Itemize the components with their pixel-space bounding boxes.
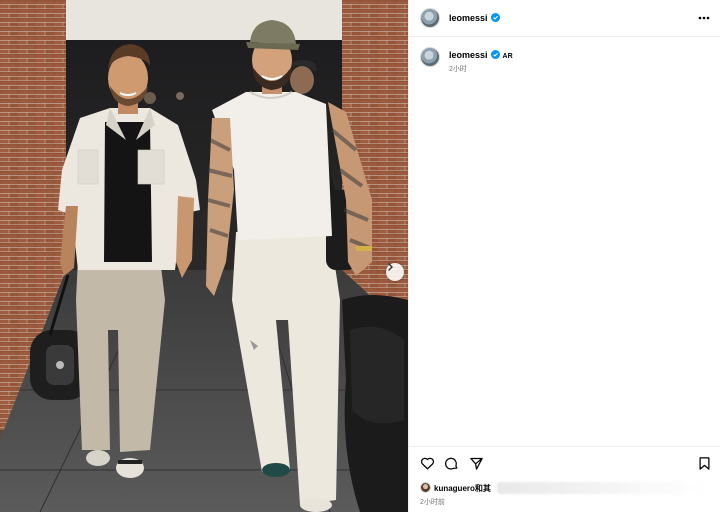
post-side-panel: leomessi leomessi AR 2小时 kunaguero和其 2小时前 bbox=[408, 0, 720, 512]
heart-icon[interactable] bbox=[420, 456, 435, 471]
photo-scene bbox=[0, 0, 408, 512]
liked-by-text[interactable]: kunaguero和其 bbox=[434, 483, 491, 494]
header-username: leomessi bbox=[449, 13, 488, 23]
more-horizontal-icon[interactable] bbox=[697, 11, 711, 25]
caption-avatar[interactable] bbox=[420, 47, 440, 67]
likes-section: kunaguero和其 2小时前 bbox=[409, 478, 720, 512]
liker-avatar[interactable] bbox=[420, 482, 431, 493]
verified-badge-icon bbox=[490, 50, 500, 59]
blurred-likes-overlay bbox=[497, 482, 707, 494]
bookmark-icon[interactable] bbox=[697, 456, 712, 471]
comment-icon[interactable] bbox=[444, 456, 459, 471]
avatar[interactable] bbox=[420, 8, 440, 28]
carousel-next-button[interactable] bbox=[386, 263, 404, 281]
post-caption: leomessi AR 2小时 bbox=[409, 44, 720, 80]
caption-time[interactable]: 2小时 bbox=[449, 64, 467, 74]
header-username-link[interactable]: leomessi bbox=[449, 13, 500, 23]
caption-username: leomessi bbox=[449, 50, 488, 60]
action-bar bbox=[409, 446, 720, 478]
post-header: leomessi bbox=[409, 0, 720, 37]
verified-badge-icon bbox=[490, 13, 500, 22]
send-icon[interactable] bbox=[469, 456, 484, 471]
post-photo[interactable] bbox=[0, 0, 408, 512]
caption-badge: AR bbox=[502, 53, 513, 60]
caption-username-link[interactable]: leomessi AR bbox=[449, 50, 513, 60]
post-timestamp[interactable]: 2小时前 bbox=[420, 497, 445, 507]
chevron-right-icon bbox=[388, 263, 393, 271]
